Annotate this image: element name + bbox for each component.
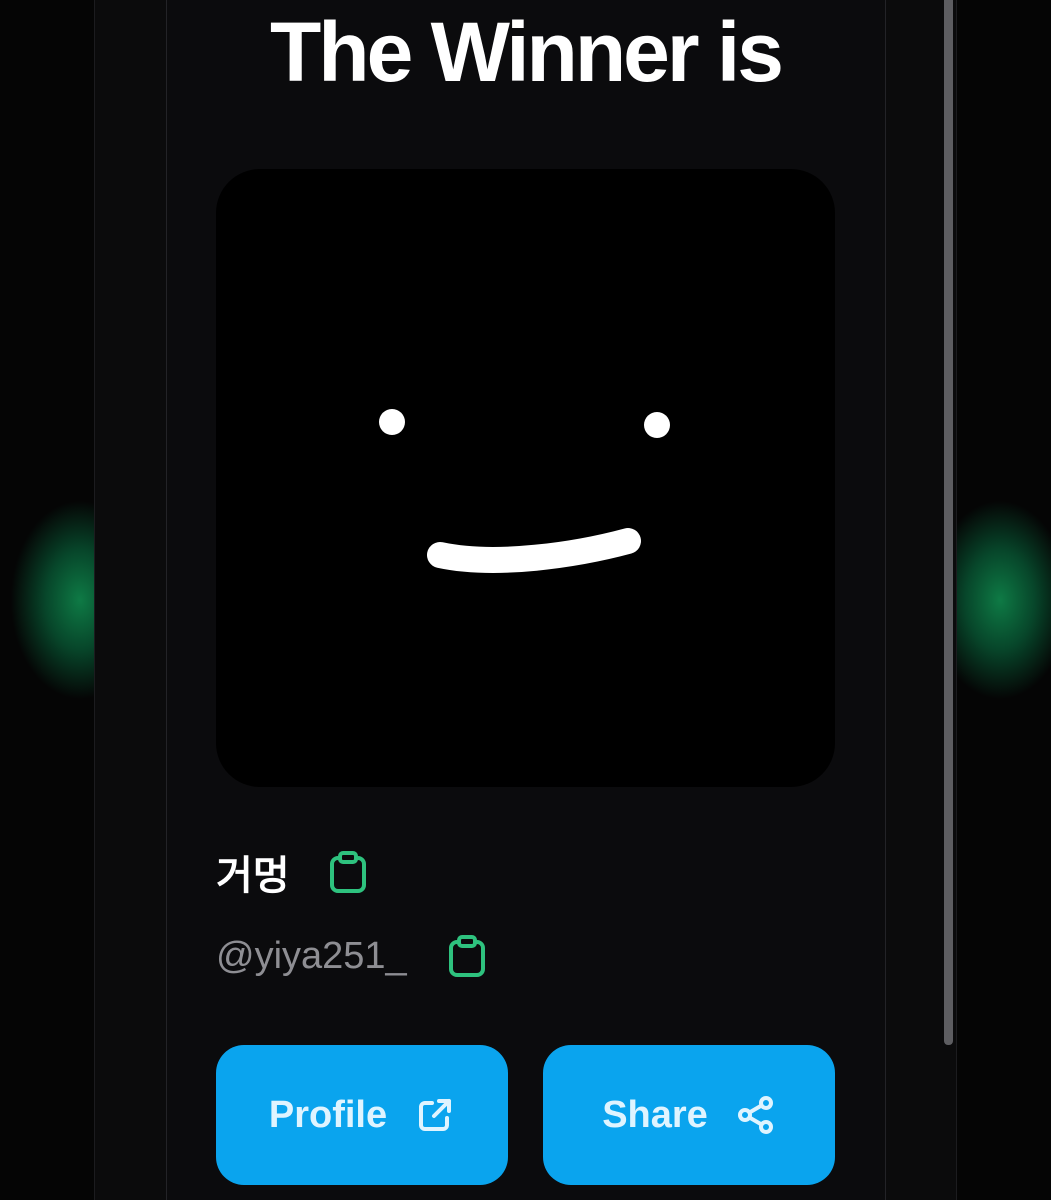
winner-handle: @yiya251_ — [216, 934, 407, 977]
copy-handle-clipboard-icon[interactable] — [447, 934, 487, 978]
winner-avatar — [216, 169, 835, 787]
share-icon — [736, 1095, 776, 1135]
share-button-label: Share — [602, 1093, 708, 1136]
profile-button[interactable]: Profile — [216, 1045, 508, 1185]
profile-button-label: Profile — [268, 1093, 388, 1136]
winner-name: 거멍 — [216, 853, 290, 899]
smiley-face-avatar-icon — [379, 409, 670, 573]
copy-name-clipboard-icon[interactable] — [328, 850, 368, 894]
share-button[interactable]: Share — [543, 1045, 835, 1185]
side-panel-left — [94, 0, 167, 1200]
page-title: The Winner is — [270, 5, 784, 99]
external-link-icon — [415, 1095, 455, 1135]
scrollbar[interactable] — [944, 0, 953, 1045]
winner-name-row: 거멍 — [216, 842, 368, 902]
winner-handle-row: @yiya251_ — [216, 926, 487, 986]
